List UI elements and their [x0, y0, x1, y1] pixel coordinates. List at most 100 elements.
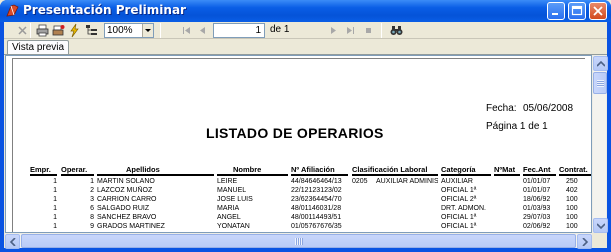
table-cell-fecant: 18/06/92 [523, 196, 551, 203]
toolbar-separator [160, 23, 161, 38]
toolbar-separator [381, 23, 382, 38]
table-cell-fecant: 29/07/03 [523, 214, 551, 221]
header-underline [291, 174, 348, 176]
col-header-operar: Operar. [61, 165, 88, 174]
minimize-button[interactable] [547, 2, 565, 20]
window-title: Presentación Preliminar [23, 3, 186, 17]
table-cell-nombre: ANGEL [217, 214, 241, 221]
table-cell-afiliacion: 22/12123123/02 [291, 187, 342, 194]
close-icon[interactable] [15, 23, 30, 38]
col-header-empr: Empr. [30, 165, 51, 174]
header-underline [441, 174, 491, 176]
client-area: 100% 1 de 1 Vista previa Fecha: 05/06/20… [4, 22, 608, 249]
table-cell-empr: 1 [53, 187, 57, 194]
table-cell-fecant: 01/03/93 [523, 205, 551, 212]
vertical-scrollbar[interactable] [592, 55, 608, 233]
report-title: LISTADO DE OPERARIOS [206, 125, 384, 141]
table-cell-categoria: OFICIAL 2ª [441, 196, 477, 203]
col-header-clasificacion: Clasificación Laboral [352, 165, 428, 174]
scroll-left-button[interactable] [5, 234, 20, 249]
toolbar-separator [30, 23, 31, 38]
header-underline [494, 174, 520, 176]
scroll-up-button[interactable] [593, 56, 608, 71]
table-cell-oper: 8 [90, 214, 94, 221]
find-icon[interactable] [389, 23, 404, 38]
col-header-categoria: Categoría [441, 165, 476, 174]
zoom-select[interactable]: 100% [104, 23, 154, 38]
report-page: Fecha: 05/06/2008 Página 1 de 1 LISTADO … [6, 56, 591, 232]
table-cell-nombre: YONATAN [217, 223, 250, 230]
prev-page-icon[interactable] [195, 23, 210, 38]
table-cell-contrat: 100 [566, 205, 578, 212]
last-page-icon[interactable] [343, 23, 358, 38]
report-preview: Fecha: 05/06/2008 Página 1 de 1 LISTADO … [5, 55, 592, 233]
col-header-nombre: Nombre [233, 165, 262, 174]
preview-toolbar: 100% 1 de 1 [4, 22, 607, 39]
table-cell-categoria: OFICIAL 1ª [441, 214, 477, 221]
grip-icon [295, 238, 303, 245]
table-cell-nombre: JOSE LUIS [217, 196, 253, 203]
col-header-apellidos: Apellidos [126, 165, 160, 174]
scroll-right-button[interactable] [577, 234, 592, 249]
col-header-afiliacion: Nº Afiliación [291, 165, 335, 174]
table-cell-fecant: 01/01/07 [523, 178, 551, 185]
tab-vista-previa[interactable]: Vista previa [7, 40, 70, 55]
table-cell-empr: 1 [53, 214, 57, 221]
scroll-down-button[interactable] [593, 218, 608, 233]
header-underline [352, 174, 438, 176]
table-cell-apellidos: GRADOS MARTINEZ [97, 223, 165, 230]
table-cell-clas-desc: AUXILIAR ADMINIS [376, 178, 438, 185]
print-icon[interactable] [35, 23, 50, 38]
table-cell-nombre: MARIA [217, 205, 240, 212]
table-cell-contrat: 250 [566, 178, 578, 185]
table-cell-afiliacion: 48/00114493/51 [291, 214, 342, 221]
header-underline [61, 174, 94, 176]
close-window-button[interactable] [589, 2, 607, 20]
first-page-icon[interactable] [179, 23, 194, 38]
table-cell-contrat: 100 [566, 196, 578, 203]
page-number-input[interactable]: 1 [213, 23, 265, 38]
table-cell-categoria: OFICIAL 1ª [441, 187, 477, 194]
col-header-fecant: Fec.Ant [523, 165, 551, 174]
table-cell-empr: 1 [53, 223, 57, 230]
table-cell-afiliacion: 23/62364454/70 [291, 196, 342, 203]
lightning-icon[interactable] [67, 23, 82, 38]
table-cell-fecant: 01/01/07 [523, 187, 551, 194]
table-cell-clas-cod: 0205 [352, 178, 368, 185]
title-bar[interactable]: Presentación Preliminar [0, 0, 611, 22]
horizontal-scroll-thumb[interactable] [21, 234, 576, 248]
vertical-scroll-thumb[interactable] [593, 72, 607, 94]
table-cell-fecant: 02/06/92 [523, 223, 551, 230]
page-count-label: de 1 [270, 24, 290, 35]
preview-window: Presentación Preliminar 100% 1 de 1 Vist… [0, 0, 611, 252]
header-underline [559, 174, 591, 176]
table-cell-categoria: OFICIAL 1ª [441, 223, 477, 230]
print-setup-icon[interactable] [51, 23, 66, 38]
table-cell-oper: 6 [90, 205, 94, 212]
table-cell-afiliacion: 44/84646464/13 [291, 178, 342, 185]
horizontal-scrollbar[interactable] [5, 233, 592, 249]
next-page-icon[interactable] [326, 23, 341, 38]
maximize-button[interactable] [568, 2, 586, 20]
date-value: 05/06/2008 [523, 103, 574, 114]
chevron-down-icon[interactable] [142, 24, 153, 37]
table-cell-empr: 1 [53, 196, 57, 203]
grip-icon [597, 80, 604, 87]
stop-icon[interactable] [361, 23, 376, 38]
zoom-value: 100% [107, 25, 133, 36]
page-border [12, 58, 13, 232]
table-cell-categoria: AUXILIAR [441, 178, 473, 185]
header-underline [217, 174, 288, 176]
page-border [12, 58, 585, 59]
date-label: Fecha: [486, 103, 517, 114]
table-cell-afiliacion: 48/01146031/28 [291, 205, 342, 212]
app-icon [5, 3, 20, 18]
table-cell-oper: 2 [90, 187, 94, 194]
table-cell-apellidos: SALGADO RUIZ [97, 205, 150, 212]
tree-icon[interactable] [84, 23, 99, 38]
table-cell-nombre: LEIRE [217, 178, 238, 185]
scrollbar-corner [592, 233, 607, 248]
table-cell-nombre: MANUEL [217, 187, 247, 194]
table-cell-empr: 1 [53, 205, 57, 212]
page-indicator: Página 1 de 1 [486, 121, 548, 132]
